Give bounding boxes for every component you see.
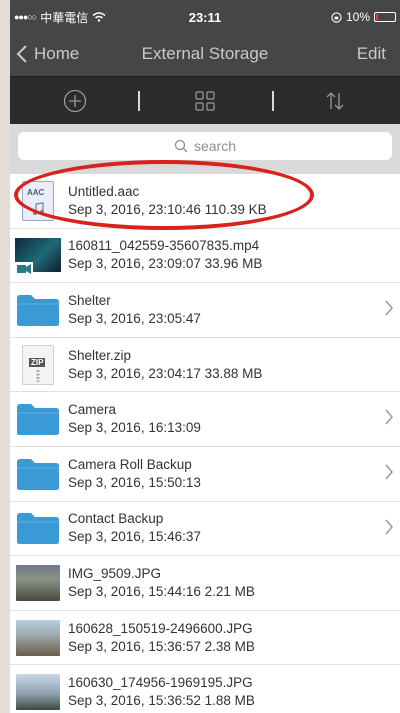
file-thumbnail [14, 617, 62, 659]
file-name: 160630_174956-1969195.JPG [68, 675, 253, 691]
zip-file-icon: ZIP [22, 344, 54, 385]
file-name: Camera Roll Backup [68, 456, 192, 472]
file-meta: Sep 3, 2016, 16:13:09 [68, 420, 201, 436]
file-meta: Sep 3, 2016, 15:50:13 [68, 474, 201, 490]
photo-thumbnail [16, 619, 60, 656]
file-thumbnail [14, 671, 62, 713]
file-row[interactable]: ZIP Shelter.zip Sep 3, 2016, 23:04:17 33.8… [10, 338, 400, 393]
highlight-annotation [14, 160, 314, 230]
file-text: 160628_150519-2496600.JPG Sep 3, 2016, 15… [68, 620, 400, 656]
toolbar-divider [272, 91, 274, 111]
file-thumbnail: ZIP [14, 344, 62, 386]
edit-button[interactable]: Edit [357, 44, 386, 64]
sort-button[interactable] [315, 81, 355, 121]
sort-arrows-icon [326, 91, 344, 110]
file-text: IMG_9509.JPG Sep 3, 2016, 15:44:16 2.21 M… [68, 565, 400, 601]
file-text: 160630_174956-1969195.JPG Sep 3, 2016, 15… [68, 674, 400, 710]
file-row[interactable]: 160811_042559-35607835.mp4 Sep 3, 2016, 2… [10, 229, 400, 284]
app-screen: ●●●○○ 中華電信 23:11 10% Home External Stora… [10, 0, 400, 713]
file-name: 160811_042559-35607835.mp4 [68, 238, 260, 254]
folder-icon [17, 458, 59, 490]
folder-icon [17, 404, 59, 436]
toolbar-divider [138, 91, 140, 111]
add-button[interactable] [55, 81, 95, 121]
folder-icon [17, 513, 59, 545]
chevron-right-icon [384, 463, 394, 486]
file-meta: Sep 3, 2016, 15:36:57 2.38 MB [68, 638, 255, 654]
chevron-right-icon [384, 299, 394, 322]
file-meta: Sep 3, 2016, 23:09:07 33.96 MB [68, 256, 263, 272]
file-thumbnail [14, 453, 62, 495]
search-placeholder: search [193, 138, 237, 154]
chevron-right-icon [384, 518, 394, 541]
file-row[interactable]: Camera Sep 3, 2016, 16:13:09 [10, 392, 400, 447]
battery-percent: 10% [345, 10, 370, 24]
search-icon [174, 139, 188, 153]
file-thumbnail [14, 398, 62, 440]
view-toggle-button[interactable] [185, 81, 225, 121]
battery-level [376, 14, 378, 20]
video-thumbnail [15, 238, 61, 277]
photo-thumbnail [16, 674, 60, 711]
file-text: 160811_042559-35607835.mp4 Sep 3, 2016, 2… [68, 237, 400, 273]
status-bar: ●●●○○ 中華電信 23:11 10% [10, 0, 400, 34]
file-thumbnail [14, 562, 62, 604]
page-title: External Storage [141, 44, 269, 63]
file-list: AAC Untitled.aac Sep 3, 2016, 23:10:46 110… [10, 174, 400, 713]
chevron-right-icon [384, 408, 394, 431]
file-name: Contact Backup [68, 511, 164, 527]
plus-circle-icon [63, 89, 87, 112]
grid-icon [195, 90, 215, 111]
file-meta: Sep 3, 2016, 15:46:37 [68, 529, 201, 545]
orientation-lock-icon [331, 11, 342, 23]
file-text: Camera Roll Backup Sep 3, 2016, 15:50:13 [68, 456, 400, 492]
file-thumbnail [14, 289, 62, 331]
battery-icon [374, 12, 396, 22]
file-row[interactable]: 160630_174956-1969195.JPG Sep 3, 2016, 15… [10, 665, 400, 713]
file-text: Shelter Sep 3, 2016, 23:05:47 [68, 292, 400, 328]
file-row[interactable]: Camera Roll Backup Sep 3, 2016, 15:50:13 [10, 447, 400, 502]
file-name: 160628_150519-2496600.JPG [68, 620, 253, 636]
photo-thumbnail [16, 564, 60, 601]
file-name: IMG_9509.JPG [68, 565, 162, 581]
file-text: Shelter.zip Sep 3, 2016, 23:04:17 33.88 M… [68, 347, 400, 383]
file-meta: Sep 3, 2016, 15:44:16 2.21 MB [68, 583, 255, 599]
file-name: Camera [68, 402, 117, 418]
file-meta: Sep 3, 2016, 23:04:17 33.88 MB [68, 365, 263, 381]
file-row[interactable]: IMG_9509.JPG Sep 3, 2016, 15:44:16 2.21 M… [10, 556, 400, 611]
file-row[interactable]: 160628_150519-2496600.JPG Sep 3, 2016, 15… [10, 611, 400, 666]
file-row[interactable]: Contact Backup Sep 3, 2016, 15:46:37 [10, 502, 400, 557]
file-meta: Sep 3, 2016, 15:36:52 1.88 MB [68, 693, 255, 709]
navigation-bar: Home External Storage Edit [10, 34, 400, 76]
file-name: Shelter.zip [68, 347, 132, 363]
file-thumbnail [14, 507, 62, 549]
toolbar [10, 76, 400, 124]
file-thumbnail [14, 234, 62, 277]
file-text: Camera Sep 3, 2016, 16:13:09 [68, 401, 400, 437]
file-name: Shelter [68, 292, 111, 308]
file-text: Contact Backup Sep 3, 2016, 15:46:37 [68, 510, 400, 546]
search-input[interactable]: search [18, 132, 392, 160]
folder-icon [17, 294, 59, 326]
file-meta: Sep 3, 2016, 23:05:47 [68, 310, 201, 326]
file-row[interactable]: Shelter Sep 3, 2016, 23:05:47 [10, 283, 400, 338]
